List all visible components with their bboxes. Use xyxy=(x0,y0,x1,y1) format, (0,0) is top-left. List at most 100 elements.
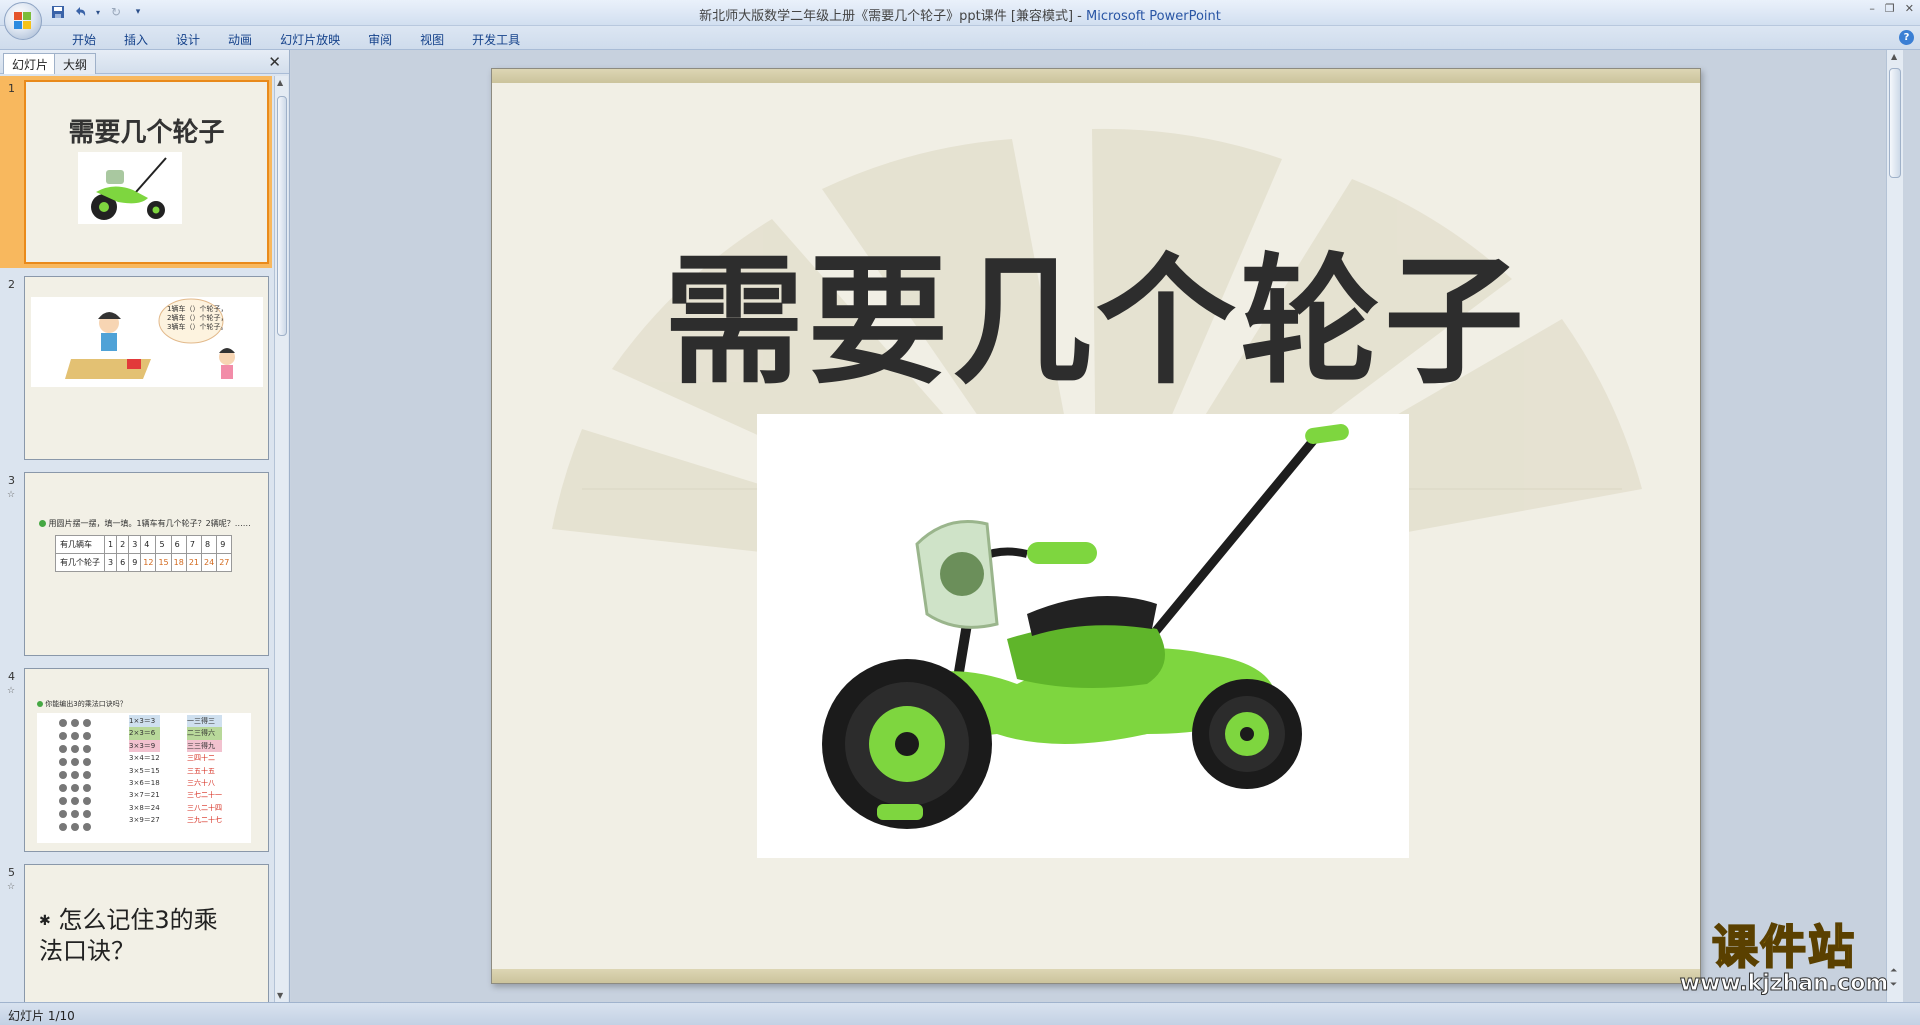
tricycle-thumb-image xyxy=(78,152,182,224)
office-logo-icon xyxy=(14,12,32,30)
scroll-up-icon[interactable]: ▲ xyxy=(277,78,283,87)
table-cell: 8 xyxy=(201,535,218,554)
ribbon-tabs: 开始 插入 设计 动画 幻灯片放映 审阅 视图 开发工具 xyxy=(58,29,534,50)
fact-line: 3×8＝24 xyxy=(129,803,160,812)
slide-preview: 1辆车（）个轮子， 2辆车（）个轮子， 3辆车（）个轮子。 xyxy=(24,276,269,460)
slide4-instruction: 你能编出3的乘法口诀吗？ xyxy=(37,699,127,709)
bullet-icon xyxy=(37,701,43,707)
pane-tabs: 幻灯片 大纲 ✕ xyxy=(0,50,289,74)
table-cell: 18 xyxy=(170,553,187,572)
window-controls: – ❐ ✕ xyxy=(1869,2,1914,15)
rhymes-column: 一三得三 二三得六 三三得九 三四十二 三五十五 三六十八 三七二十一 三八二十… xyxy=(187,715,222,827)
tab-outline[interactable]: 大纲 xyxy=(54,53,97,74)
table-cell: 2 xyxy=(116,535,130,554)
tab-animations[interactable]: 动画 xyxy=(214,29,266,50)
facts-column: 1×3＝3 2×3＝6 3×3＝9 3×4＝12 3×5＝15 3×6＝18 3… xyxy=(129,715,160,827)
tab-view[interactable]: 视图 xyxy=(406,29,458,50)
slide-number: 4 xyxy=(8,670,15,683)
slide-preview: 用圆片摆一摆，填一填。1辆车有几个轮子？2辆呢？…… 有几辆车 1 2 3 4 … xyxy=(24,472,269,656)
table-cell: 12 xyxy=(140,553,157,572)
table-cell: 9 xyxy=(216,535,233,554)
table-cell: 15 xyxy=(155,553,172,572)
close-button[interactable]: ✕ xyxy=(1905,2,1914,15)
thumb-title: 需要几个轮子 xyxy=(68,118,225,148)
rhyme-line: 三三得九 xyxy=(187,739,222,753)
slide-thumbnail-1[interactable]: 1 需要几个轮子 xyxy=(0,76,272,268)
table-cell: 24 xyxy=(201,553,218,572)
rhyme-line: 一三得三 xyxy=(187,715,222,728)
tab-home[interactable]: 开始 xyxy=(58,29,110,50)
bubble-line: 1辆车（）个轮子， xyxy=(167,305,228,313)
fact-line: 3×3＝9 xyxy=(129,739,160,753)
tab-slideshow[interactable]: 幻灯片放映 xyxy=(266,29,354,50)
tab-review[interactable]: 审阅 xyxy=(354,29,406,50)
slide-thumbnail-4[interactable]: 4 ☆ 你能编出3的乘法口诀吗？ 1×3＝3 2×3＝6 3×3＝9 3×4＝1… xyxy=(0,664,272,856)
slide-thumbnail-5[interactable]: 5 ☆ ✱ 怎么记住3的乘法口诀？ xyxy=(0,860,272,1002)
fact-line: 1×3＝3 xyxy=(129,715,160,728)
slide-preview: 你能编出3的乘法口诀吗？ 1×3＝3 2×3＝6 3×3＝9 3×4＝12 3×… xyxy=(24,668,269,852)
fact-line: 3×7＝21 xyxy=(129,791,160,800)
scroll-down-icon[interactable]: ▼ xyxy=(277,991,283,1000)
scroll-up-icon[interactable]: ▲ xyxy=(1891,52,1897,61)
fact-line: 3×6＝18 xyxy=(129,779,160,788)
app-name: Microsoft PowerPoint xyxy=(1085,9,1221,24)
slide4-content: 1×3＝3 2×3＝6 3×3＝9 3×4＝12 3×5＝15 3×6＝18 3… xyxy=(37,713,251,843)
watermark-brand: 课件站 xyxy=(1711,920,1856,974)
bullet-icon: ✱ xyxy=(39,913,51,929)
slide-editor: 需要几个轮子 ▲ ⏶ ⏷ xyxy=(291,50,1903,1002)
table-cell: 9 xyxy=(128,553,142,572)
kjzhan-watermark: 课件站 www.kjzhan.com xyxy=(1664,920,1904,1002)
rhyme-line: 三六十八 xyxy=(187,779,215,788)
table-cell: 3 xyxy=(128,535,142,554)
tab-insert[interactable]: 插入 xyxy=(110,29,162,50)
boy-with-blocks-image xyxy=(31,297,263,387)
table-cell: 7 xyxy=(185,535,203,554)
table-cell: 6 xyxy=(116,553,130,572)
pane-scrollbar[interactable]: ▲ ▼ xyxy=(274,76,288,1002)
rhyme-line: 三四十二 xyxy=(187,754,215,763)
tab-slides[interactable]: 幻灯片 xyxy=(3,53,58,74)
rhyme-line: 三五十五 xyxy=(187,766,215,775)
table-cell: 有几个轮子 xyxy=(55,553,105,572)
table-cell: 4 xyxy=(140,535,157,554)
current-slide[interactable]: 需要几个轮子 xyxy=(491,68,1701,984)
rhyme-line: 三七二十一 xyxy=(187,791,222,800)
speech-bubble-text: 1辆车（）个轮子， 2辆车（）个轮子， 3辆车（）个轮子。 xyxy=(167,305,227,332)
editor-scroll-thumb[interactable] xyxy=(1889,68,1901,178)
slide-number: 5 xyxy=(8,866,15,879)
editor-scrollbar[interactable]: ▲ ⏶ ⏷ xyxy=(1886,50,1903,1002)
pane-close-icon[interactable]: ✕ xyxy=(268,53,281,71)
title-bar: ▾ ↻ ▾ 新北师大版数学二年级上册《需要几个轮子》ppt课件 [兼容模式] -… xyxy=(0,0,1920,40)
instruction-text: 你能编出3的乘法口诀吗？ xyxy=(45,700,127,708)
fact-line: 3×4＝12 xyxy=(129,754,160,763)
slide-thumbnail-2[interactable]: 2 1辆车（）个轮子， 2辆车（）个轮子， 3辆车（）个轮子。 xyxy=(0,272,272,464)
bubble-line: 2辆车（）个轮子， xyxy=(167,314,228,322)
animation-star-icon: ☆ xyxy=(7,490,16,500)
slide-thumbnail-3[interactable]: 3 ☆ 用圆片摆一摆，填一填。1辆车有几个轮子？2辆呢？…… 有几辆车 1 2 … xyxy=(0,468,272,660)
bullet-icon xyxy=(39,520,46,527)
slide-thumbnails: 1 需要几个轮子 2 1辆车（）个轮子， 2辆车（）个轮子， 3辆车（）个轮子。… xyxy=(0,76,272,1002)
minimize-button[interactable]: – xyxy=(1869,2,1875,15)
counters-image xyxy=(59,719,91,831)
slide-number: 2 xyxy=(8,278,15,291)
table-row: 有几个轮子 3 6 9 12 15 18 21 24 27 xyxy=(55,553,233,572)
restore-button[interactable]: ❐ xyxy=(1885,2,1895,15)
tab-design[interactable]: 设计 xyxy=(162,29,214,50)
slide5-text: ✱ 怎么记住3的乘法口诀？ xyxy=(39,905,239,966)
help-icon[interactable]: ? xyxy=(1899,30,1914,45)
window-title: 新北师大版数学二年级上册《需要几个轮子》ppt课件 [兼容模式] - Micro… xyxy=(0,5,1920,24)
table-cell: 有几辆车 xyxy=(55,535,105,554)
tricycle-image[interactable] xyxy=(757,414,1409,858)
pane-scroll-thumb[interactable] xyxy=(277,96,287,336)
animation-star-icon: ☆ xyxy=(7,882,16,892)
slide-preview: 需要几个轮子 xyxy=(24,80,269,264)
slide-title[interactable]: 需要几个轮子 xyxy=(492,209,1700,411)
tricycle-illustration xyxy=(822,424,1349,829)
office-button[interactable] xyxy=(4,2,42,40)
table-cell: 21 xyxy=(185,553,203,572)
table-row: 有几辆车 1 2 3 4 5 6 7 8 9 xyxy=(55,535,233,554)
table-cell: 5 xyxy=(155,535,172,554)
slides-pane: 幻灯片 大纲 ✕ 1 需要几个轮子 2 1辆车（）个轮子， 2辆车（）个轮子， … xyxy=(0,50,290,1002)
tab-developer[interactable]: 开发工具 xyxy=(458,29,534,50)
fact-line: 3×9＝27 xyxy=(129,816,160,825)
